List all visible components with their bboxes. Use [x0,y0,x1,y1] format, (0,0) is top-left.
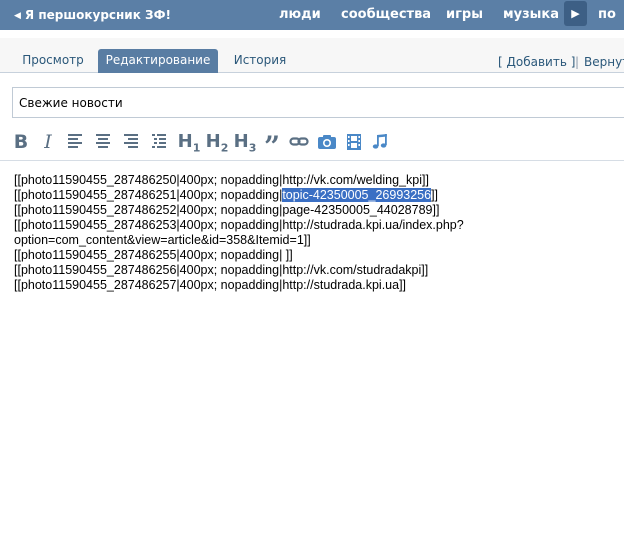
nav-more[interactable]: по [598,7,616,22]
audio-button[interactable] [370,130,390,154]
selected-text: topic-42350005_26993256 [282,188,432,202]
code-line: option=com_content&view=article&id=358&I… [14,233,311,247]
film-icon [347,134,361,150]
back-link-label: Я першокурсник ЗФ! [24,8,171,22]
nav-communities[interactable]: сообщества [341,7,431,22]
italic-button[interactable]: I [38,130,58,154]
code-text: ]] [431,188,439,202]
code-line: [[photo11590455_287486255|400px; nopaddi… [14,248,293,262]
return-link[interactable]: Вернут [584,55,624,69]
bold-icon: B [13,131,29,153]
add-link[interactable]: [ Добавить ] [498,55,575,69]
video-button[interactable] [344,130,364,154]
code-line: [[photo11590455_287486257|400px; nopaddi… [14,278,407,292]
tab-view[interactable]: Просмотр [14,49,92,73]
align-left-button[interactable] [65,130,85,154]
code-text: [[photo11590455_287486251|400px; nopaddi… [14,188,283,202]
tab-edit[interactable]: Редактирование [98,49,218,73]
heading-3-level: 3 [248,141,257,155]
tab-history[interactable]: История [226,49,294,73]
heading-2-icon: H [205,131,221,152]
page-title-input[interactable] [12,87,624,118]
align-right-button[interactable] [121,130,141,154]
align-left-icon [68,134,82,148]
photo-button[interactable] [316,130,338,154]
back-link[interactable]: ◀ Я першокурсник ЗФ! [14,8,171,22]
code-line: [[photo11590455_287486250|400px; nopaddi… [14,173,429,187]
align-center-button[interactable] [93,130,113,154]
code-line: [[photo11590455_287486256|400px; nopaddi… [14,263,429,277]
heading-1-level: 1 [192,141,201,155]
quote-icon: ” [263,130,281,163]
nav-people[interactable]: люди [279,7,321,22]
heading-3-icon: H [233,131,249,152]
toolbar-divider [0,160,624,161]
link-button[interactable] [288,130,310,154]
h1-button[interactable]: H1 [176,130,202,155]
h3-button[interactable]: H3 [232,130,258,155]
list-icon [152,134,166,148]
heading-2-level: 2 [220,141,229,155]
formatting-toolbar: B I H1 H2 H3 ” [0,127,624,163]
code-line: [[photo11590455_287486253|400px; nopaddi… [14,218,464,232]
italic-icon: I [44,131,52,153]
link-icon [289,137,309,146]
camera-icon [318,135,336,149]
list-button[interactable] [149,130,169,154]
heading-1-icon: H [177,131,193,152]
code-line: [[photo11590455_287486251|400px; nopaddi… [14,188,620,203]
align-right-icon [124,134,138,148]
music-note-icon [372,134,387,149]
nav-games[interactable]: игры [446,7,483,22]
align-center-icon [96,134,110,148]
back-arrow-icon: ◀ [14,11,21,21]
play-button[interactable]: ▶ [564,1,587,26]
nav-music[interactable]: музыка [503,7,559,22]
bold-button[interactable]: B [10,130,32,154]
h2-button[interactable]: H2 [204,130,230,155]
tabs-divider: | [575,55,580,69]
code-line: [[photo11590455_287486252|400px; nopaddi… [14,203,440,217]
play-icon: ▶ [571,7,580,20]
wiki-tabs-bar: Просмотр Редактирование История [ Добави… [0,38,624,73]
wiki-markup-editor[interactable]: [[photo11590455_287486250|400px; nopaddi… [14,173,620,293]
top-navigation-bar: ◀ Я першокурсник ЗФ! люди сообщества игры… [0,0,624,30]
quote-button[interactable]: ” [261,130,283,163]
